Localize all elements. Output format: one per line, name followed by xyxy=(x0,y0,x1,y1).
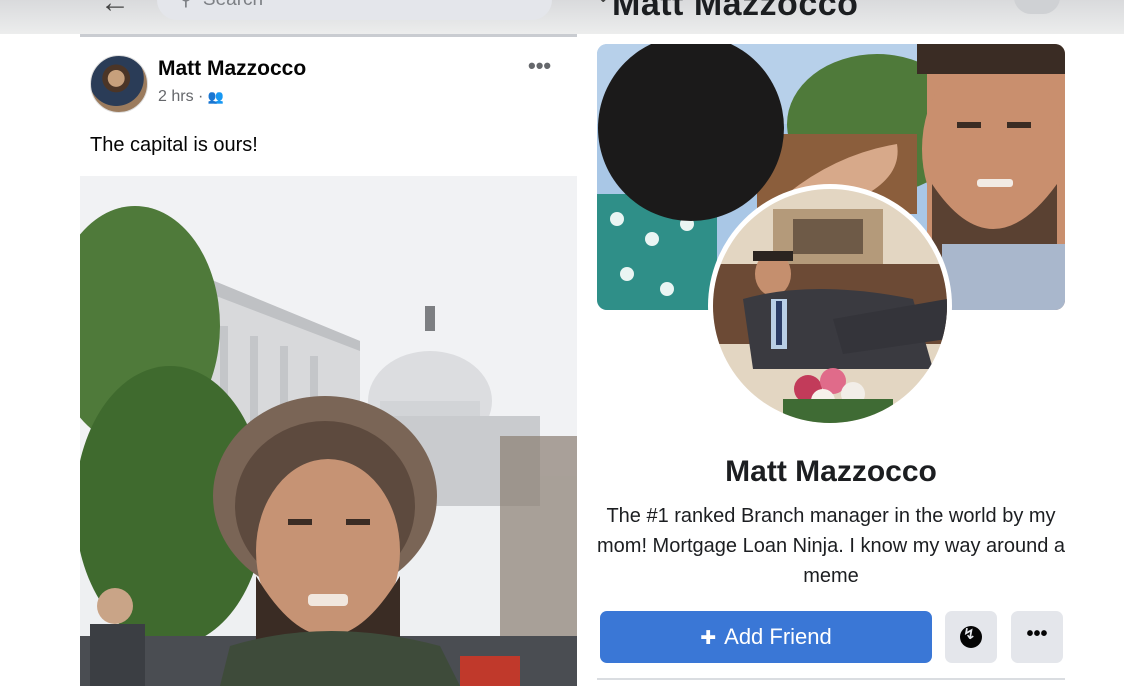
profile-panel: Matt Mazzocco The #1 ranked Branch manag… xyxy=(597,44,1065,683)
meta-separator: · xyxy=(198,88,204,105)
search-placeholder: Search xyxy=(203,0,263,10)
add-friend-label: Add Friend xyxy=(724,624,832,649)
post-photo[interactable] xyxy=(80,176,577,686)
profile-picture[interactable] xyxy=(708,184,952,428)
arrow-left-icon[interactable]: ← xyxy=(100,0,130,20)
post-author[interactable]: Matt Mazzocco xyxy=(158,57,306,81)
post-meta: 2 hrs · 👥 xyxy=(158,88,224,106)
message-button[interactable]: ↯ xyxy=(945,611,997,663)
search-input[interactable]: ⚲ Search xyxy=(157,0,552,20)
post-card: Matt Mazzocco 2 hrs · 👥 ••• The capital … xyxy=(80,34,577,686)
avatar[interactable] xyxy=(90,55,148,113)
friends-icon[interactable]: 👥 xyxy=(208,89,224,104)
profile-picture-image xyxy=(713,189,947,423)
search-icon: ⚲ xyxy=(179,0,193,10)
post-menu-button[interactable]: ••• xyxy=(528,53,551,79)
divider xyxy=(597,678,1065,680)
more-button[interactable]: ••• xyxy=(1011,611,1063,663)
post-time[interactable]: 2 hrs xyxy=(158,88,194,105)
profile-name: Matt Mazzocco xyxy=(725,455,937,488)
add-person-icon: ✚ xyxy=(700,628,717,649)
add-friend-button[interactable]: ✚ Add Friend xyxy=(600,611,932,663)
profile-header-name: Matt Mazzocco xyxy=(612,0,859,23)
post-text: The capital is ours! xyxy=(90,134,258,156)
top-bar: ← ⚲ Search ⌄ Matt Mazzocco xyxy=(0,0,1124,34)
profile-search-button[interactable] xyxy=(1014,0,1060,14)
chevron-icon[interactable]: ⌄ xyxy=(594,0,612,8)
profile-bio: The #1 ranked Branch manager in the worl… xyxy=(597,505,1065,587)
